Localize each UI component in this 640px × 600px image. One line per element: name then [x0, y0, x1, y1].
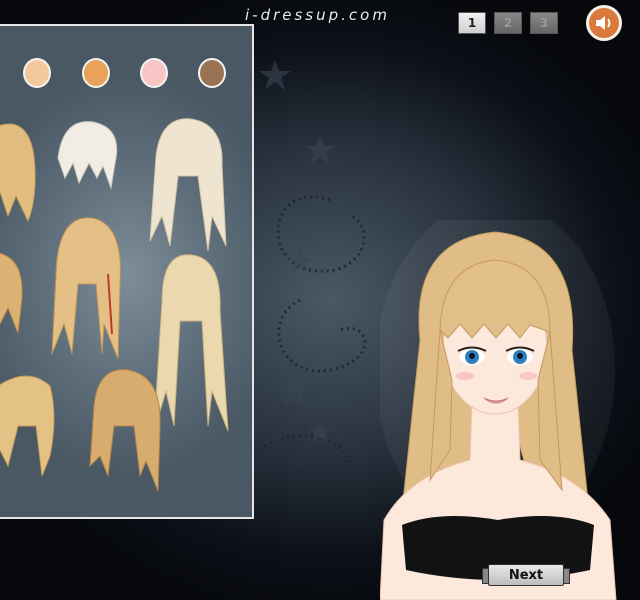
color-swatch-brown[interactable]	[198, 58, 226, 88]
color-swatch-light-blonde[interactable]	[23, 58, 51, 88]
color-swatch-pink[interactable]	[140, 58, 168, 88]
tab-page-1[interactable]: 1	[458, 12, 486, 34]
tab-page-3[interactable]: 3	[530, 12, 558, 34]
model-character	[380, 220, 617, 600]
speaker-icon	[596, 16, 611, 30]
hair-selection-panel	[0, 24, 254, 519]
brand-logo-text[interactable]: i-dressup.com	[245, 6, 390, 24]
tab-page-2[interactable]: 2	[494, 12, 522, 34]
color-swatch-golden[interactable]	[82, 58, 110, 88]
hairstyle-option-7[interactable]	[0, 366, 58, 476]
next-button-label: Next	[508, 567, 544, 583]
hairstyle-option-4[interactable]	[0, 248, 26, 338]
page-tabs: 1 2 3	[458, 12, 566, 34]
hairstyle-option-3[interactable]	[146, 116, 231, 256]
hairstyle-option-8[interactable]	[88, 366, 168, 496]
hairstyle-option-2[interactable]	[53, 118, 123, 193]
sound-toggle-button[interactable]	[586, 5, 622, 41]
hairstyle-option-1[interactable]	[0, 116, 38, 226]
next-button[interactable]: Next	[482, 564, 570, 586]
game-stage: i-dressup.com 1 2 3 Next	[0, 0, 640, 600]
hairstyle-option-5[interactable]	[48, 214, 128, 364]
